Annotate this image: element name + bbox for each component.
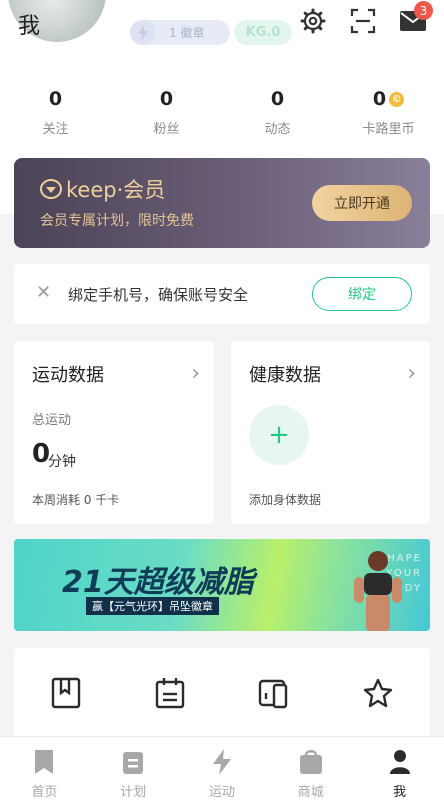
stat-label: 卡路里币 [362,122,415,137]
tab-sport[interactable]: 运动 [178,737,267,806]
clipboard-tab-icon [123,752,144,774]
athlete-image [354,551,402,631]
chevron-right-icon: › [191,361,200,386]
bookmark-tab-icon [35,750,54,774]
bookmark-icon[interactable] [14,648,118,738]
banner-headline: 21天超级减脂 [62,565,254,600]
member-logo-text: keep·会员 [66,178,166,202]
total-sport-unit: 分钟 [48,454,76,470]
bolt-tab-icon [212,749,231,775]
open-membership-button[interactable]: 立即开通 [312,185,412,221]
stat-calorie-coins[interactable]: 0 © 卡路里币 [333,60,444,152]
tab-label: 我 [393,785,407,800]
chevron-right-icon: › [407,361,416,386]
weekly-calories: 本周消耗 0 千卡 [32,493,120,507]
mail-badge: 3 [414,1,433,20]
stat-label: 关注 [42,122,69,137]
coin-icon: © [389,91,405,107]
gear-icon[interactable] [299,7,327,35]
stat-value: 0 [48,88,63,110]
membership-card[interactable]: keep·会员 会员专属计划，限时免费 立即开通 [14,158,430,248]
stat-value: 0 [372,88,387,110]
devices-icon[interactable] [222,648,326,738]
promo-banner[interactable]: 21天超级减脂 赢【元气光环】吊坠徽章 SHAPE YOUR BODY [14,539,430,631]
bolt-icon [130,20,155,45]
tab-label: 计划 [120,785,147,800]
scan-icon[interactable] [349,7,377,35]
member-subtitle: 会员专属计划，限时免费 [40,213,194,229]
page-title: 我 [18,14,41,39]
stat-value: 0 [270,88,285,110]
stat-posts[interactable]: 0 动态 [222,60,333,152]
stat-value: 0 [159,88,174,110]
bind-button[interactable]: 绑定 [312,277,412,311]
kg-level-pill[interactable]: KG.0 [234,20,292,45]
top-header: 我 1 徽章 KG.0 3 [0,0,444,60]
badge-pill[interactable]: 1 徽章 [130,20,230,45]
banner-tagline: 赢【元气光环】吊坠徽章 [86,597,219,615]
badge-count: 1 徽章 [169,26,205,40]
tab-me[interactable]: 我 [355,737,444,806]
diamond-icon [40,179,62,199]
tab-label: 商城 [297,785,324,800]
close-icon[interactable]: ✕ [36,282,51,303]
stat-followers[interactable]: 0 粉丝 [111,60,222,152]
bottom-tab-bar: 首页 计划 运动 商城 我 [0,736,444,806]
tab-store[interactable]: 商城 [266,737,355,806]
calendar-icon[interactable] [118,648,222,738]
tab-home[interactable]: 首页 [0,737,89,806]
sport-data-card[interactable]: 运动数据 › 总运动 0 分钟 本周消耗 0 千卡 [14,341,214,524]
person-tab-icon [389,750,410,774]
total-sport-label: 总运动 [32,413,72,428]
card-title: 健康数据 [249,365,321,386]
tab-label: 运动 [208,785,235,800]
health-data-card[interactable]: 健康数据 › + 添加身体数据 [231,341,430,524]
star-icon[interactable] [326,648,430,738]
stat-label: 动态 [264,122,291,137]
tab-plan[interactable]: 计划 [89,737,178,806]
stat-following[interactable]: 0 关注 [0,60,111,152]
bag-tab-icon [299,750,322,774]
add-icon[interactable]: + [249,405,309,465]
tab-label: 首页 [31,785,58,800]
stats-row: 0 关注 0 粉丝 0 动态 0 © 卡路里币 [0,60,444,152]
bind-phone-banner: ✕ 绑定手机号，确保账号安全 绑定 [14,264,430,324]
shortcut-row [14,648,430,738]
stat-label: 粉丝 [153,122,180,137]
bind-phone-text: 绑定手机号，确保账号安全 [68,286,249,304]
keep-member-logo: keep·会员 [40,174,165,204]
card-title: 运动数据 [32,365,104,386]
add-body-data-label: 添加身体数据 [249,493,322,507]
